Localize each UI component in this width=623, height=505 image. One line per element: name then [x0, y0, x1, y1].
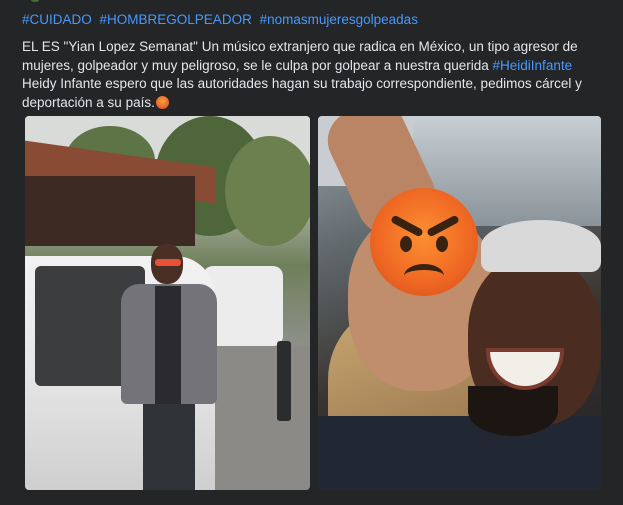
- bollard: [277, 341, 291, 421]
- hashtag-hombregolpeador[interactable]: #HOMBREGOLPEADOR: [100, 12, 252, 27]
- hashtag-row: #CUIDADO #HOMBREGOLPEADOR #nomasmujeresg…: [22, 11, 422, 29]
- avatar[interactable]: [30, 0, 40, 2]
- hashtag-heidiinfante[interactable]: #HeidiInfante: [493, 58, 573, 73]
- emoji-mouth: [404, 264, 444, 288]
- emoji-brow-right: [426, 214, 460, 238]
- facebook-post: #CUIDADO #HOMBREGOLPEADOR #nomasmujeresg…: [0, 0, 615, 505]
- emoji-brow-left: [390, 214, 424, 238]
- tree: [225, 136, 310, 246]
- emoji-eye-left: [400, 236, 412, 252]
- scrollbar[interactable]: [615, 0, 623, 505]
- post-text-part2: Heidy Infante espero que las autoridades…: [22, 76, 582, 110]
- hashtag-nomasmujeresgolpeadas[interactable]: #nomasmujeresgolpeadas: [260, 12, 418, 27]
- man-cap: [481, 220, 601, 272]
- pants: [143, 404, 195, 490]
- photo-selfie-with-angry-emoji-cover[interactable]: [318, 116, 601, 490]
- photo-man-with-car[interactable]: [25, 116, 310, 490]
- angry-face-emoji-icon: [370, 188, 478, 296]
- angry-face-emoji-icon: [155, 95, 169, 109]
- shirt: [155, 286, 181, 404]
- man-beard: [468, 386, 558, 436]
- man-figure: [113, 244, 223, 490]
- sunglasses: [155, 259, 181, 266]
- emoji-eye-right: [436, 236, 448, 252]
- hashtag-cuidado[interactable]: #CUIDADO: [22, 12, 92, 27]
- post-text: EL ES "Yian Lopez Semanat" Un músico ext…: [22, 38, 602, 112]
- man-shirt: [318, 416, 601, 490]
- roof-shade: [25, 176, 195, 246]
